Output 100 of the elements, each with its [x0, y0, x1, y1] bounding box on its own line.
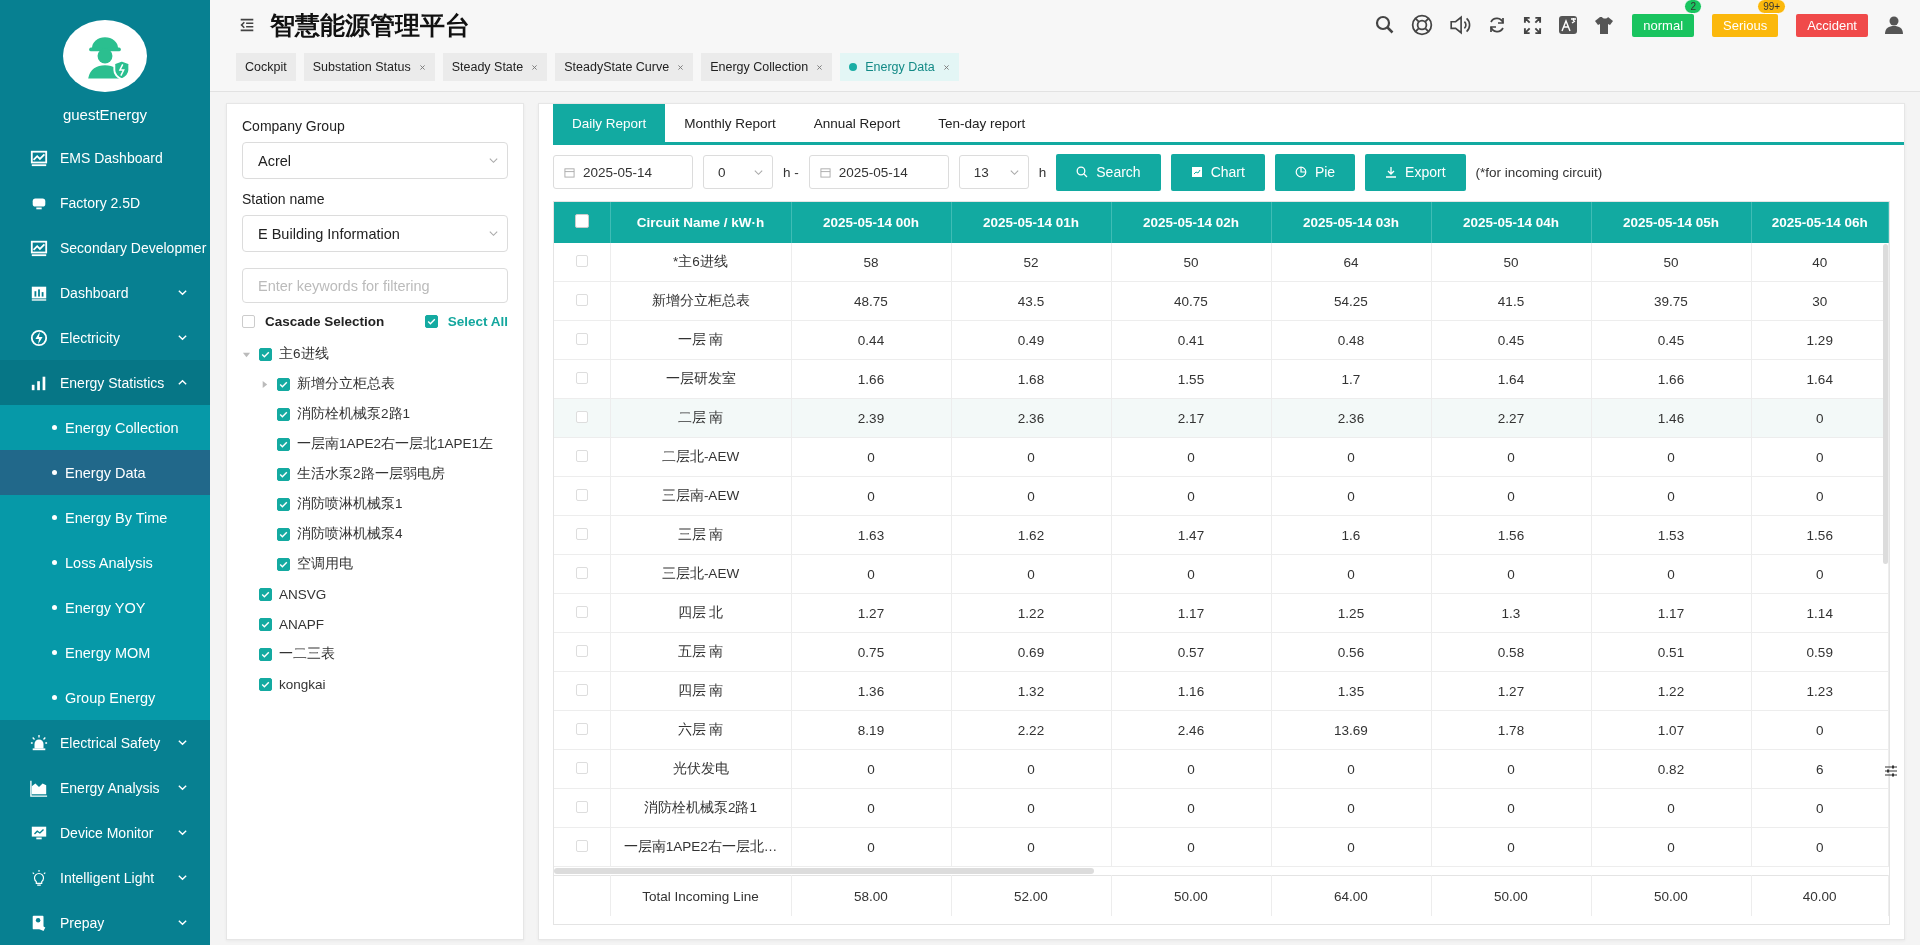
tree-node-label[interactable]: 主6进线: [279, 345, 329, 363]
report-tab[interactable]: Annual Report: [794, 104, 920, 142]
tree-checkbox[interactable]: [277, 497, 290, 511]
tree-checkbox[interactable]: [259, 347, 272, 361]
sidebar-menu-item[interactable]: Dashboard: [0, 270, 210, 315]
tree-checkbox[interactable]: [277, 557, 290, 571]
sidebar-submenu-item[interactable]: Energy By Time: [0, 495, 210, 540]
tree-checkbox[interactable]: [259, 677, 272, 691]
start-date-field[interactable]: 2025-05-14: [553, 155, 693, 189]
row-checkbox[interactable]: [575, 371, 588, 384]
sidebar-submenu-item[interactable]: Energy YOY: [0, 585, 210, 630]
row-checkbox[interactable]: [575, 644, 588, 657]
sidebar-menu-item[interactable]: EMS Dashboard: [0, 135, 210, 180]
tree-node-label[interactable]: 消防喷淋机械泵1: [297, 495, 403, 513]
sidebar-submenu-item[interactable]: Energy Collection: [0, 405, 210, 450]
lifebuoy-icon[interactable]: [1411, 14, 1434, 36]
user-icon[interactable]: [1884, 15, 1904, 35]
table-cell: 6: [1751, 749, 1889, 789]
alarm-icon: [30, 733, 48, 752]
tree-checkbox[interactable]: [277, 437, 290, 451]
checkbox[interactable]: [424, 315, 438, 328]
table-cell: 0: [1271, 827, 1431, 867]
sidebar-submenu-item[interactable]: Energy Data: [0, 450, 210, 495]
close-icon[interactable]: [677, 63, 685, 71]
close-icon[interactable]: [942, 63, 950, 71]
tree-node-label[interactable]: 一二三表: [279, 645, 335, 663]
table-cell: 2.22: [951, 710, 1111, 750]
sidebar-menu-item[interactable]: Energy Statistics: [0, 360, 210, 405]
row-checkbox[interactable]: [575, 332, 588, 345]
station-select[interactable]: E Building Information: [242, 215, 508, 252]
sidebar-submenu-item[interactable]: Group Energy: [0, 675, 210, 720]
end-date-field[interactable]: 2025-05-14: [808, 155, 949, 189]
sidebar-menu-item[interactable]: Energy Analysis: [0, 765, 210, 810]
fullscreen-icon[interactable]: [1523, 15, 1543, 35]
vertical-scrollbar[interactable]: [1883, 244, 1888, 564]
close-icon[interactable]: [418, 63, 426, 71]
tree-checkbox[interactable]: [259, 647, 272, 661]
settings-icon[interactable]: [1884, 764, 1898, 778]
tree-checkbox[interactable]: [277, 467, 290, 481]
row-checkbox[interactable]: [575, 761, 588, 774]
row-checkbox[interactable]: [575, 800, 588, 813]
page-tab[interactable]: Substation Status: [303, 53, 435, 81]
tree-node-label[interactable]: 空调用电: [297, 555, 353, 573]
sidebar-submenu-item[interactable]: Energy MOM: [0, 630, 210, 675]
checkbox-label[interactable]: Cascade Selection: [265, 314, 385, 329]
tree-node-label[interactable]: ANSVG: [279, 586, 327, 602]
tree-node-label[interactable]: kongkai: [279, 676, 326, 692]
sidebar-menu-item[interactable]: Secondary Developmer: [0, 225, 210, 270]
row-checkbox[interactable]: [575, 839, 588, 852]
start-hour-select[interactable]: 0: [703, 155, 773, 189]
row-checkbox[interactable]: [575, 293, 588, 306]
sidebar-menu-item[interactable]: Intelligent Light: [0, 855, 210, 900]
company-select[interactable]: Acrel: [242, 142, 508, 179]
select-all-rows-checkbox[interactable]: [574, 214, 589, 228]
tree-node-label[interactable]: ANAPF: [279, 616, 324, 632]
tree-checkbox[interactable]: [277, 527, 290, 541]
caret-icon[interactable]: [260, 379, 269, 389]
row-checkbox[interactable]: [575, 254, 588, 267]
checkbox[interactable]: [242, 315, 255, 328]
tree-node-label[interactable]: 一层南1APE2右一层北1APE1左: [297, 435, 494, 453]
tree-checkbox[interactable]: [259, 587, 272, 601]
menu-icon[interactable]: [238, 16, 256, 34]
tree-node-label[interactable]: 生活水泵2路一层弱电房: [297, 465, 445, 483]
row-checkbox[interactable]: [575, 449, 588, 462]
tree-node-label[interactable]: 新增分立柜总表: [297, 375, 395, 393]
row-checkbox[interactable]: [575, 488, 588, 501]
row-checkbox[interactable]: [575, 605, 588, 618]
page-tab[interactable]: Cockpit: [236, 53, 296, 81]
sidebar-menu-item[interactable]: Prepay: [0, 900, 210, 945]
sidebar-menu-item[interactable]: Device Monitor: [0, 810, 210, 855]
tree-checkbox[interactable]: [277, 407, 290, 421]
sidebar-menu-item[interactable]: Electrical Safety: [0, 720, 210, 765]
tree-node-label[interactable]: 消防喷淋机械泵4: [297, 525, 403, 543]
page-tab[interactable]: Energy Data: [840, 53, 959, 81]
close-icon[interactable]: [816, 63, 824, 71]
tree-node-label[interactable]: 消防栓机械泵2路1: [297, 405, 411, 423]
end-hour-select[interactable]: 13: [958, 155, 1029, 189]
row-checkbox[interactable]: [575, 683, 588, 696]
volume-icon[interactable]: [1449, 14, 1472, 36]
row-checkbox[interactable]: [575, 722, 588, 735]
sidebar-submenu-item[interactable]: Loss Analysis: [0, 540, 210, 585]
row-checkbox[interactable]: [575, 566, 588, 579]
search-icon[interactable]: [1375, 15, 1396, 35]
table-cell: 0: [1111, 437, 1271, 477]
page-tab[interactable]: Steady State: [442, 53, 548, 81]
alarm-status-button[interactable]: Accident: [1796, 13, 1868, 37]
translate-icon[interactable]: [1558, 15, 1579, 35]
tree-checkbox[interactable]: [277, 377, 290, 391]
page-tab[interactable]: Energy Collection: [701, 53, 833, 81]
report-tab[interactable]: Monthly Report: [665, 104, 795, 142]
sidebar-menu-item[interactable]: Electricity: [0, 315, 210, 360]
row-checkbox[interactable]: [575, 527, 588, 540]
report-tab[interactable]: Ten-day report: [919, 104, 1045, 142]
sidebar-menu-item[interactable]: Factory 2.5D: [0, 180, 210, 225]
page-tab[interactable]: SteadyState Curve: [555, 53, 694, 81]
tree-checkbox[interactable]: [259, 617, 272, 631]
row-checkbox[interactable]: [575, 410, 588, 423]
close-icon[interactable]: [531, 63, 539, 71]
shirt-icon[interactable]: [1594, 15, 1615, 35]
filter-input[interactable]: Enter keywords for filtering: [242, 268, 508, 303]
